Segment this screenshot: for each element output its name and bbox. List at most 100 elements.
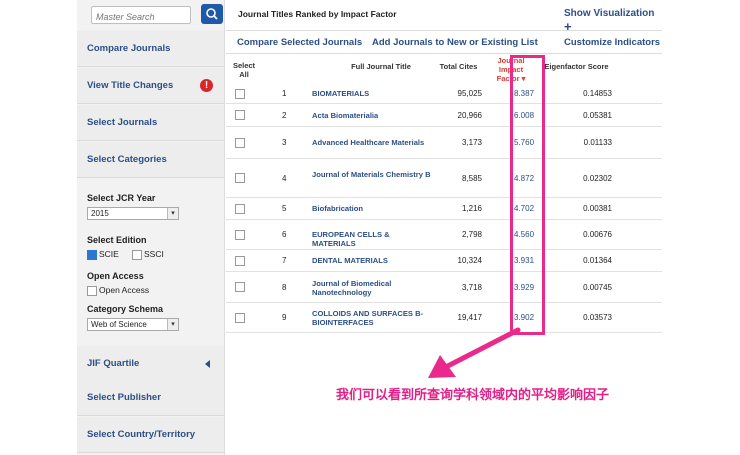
sidebar-item-label: Compare Journals [87,43,171,54]
row-checkbox[interactable] [235,110,245,120]
total-cites-cell: 1,216 [461,204,482,213]
sidebar-item-label: Select Journals [87,117,158,128]
sidebar-item-view-title-changes[interactable]: View Title Changes ! [77,68,224,104]
table-row: 1 BIOMATERIALS 95,025 8.387 0.14853 [226,84,662,104]
row-checkbox[interactable] [235,173,245,183]
eigenfactor-cell: 0.00381 [583,204,612,213]
sidebar-item-select-country[interactable]: Select Country/Territory [77,417,224,453]
table-row: 7 DENTAL MATERIALS 10,324 3.931 0.01364 [226,250,662,272]
collapse-arrow-icon [205,360,210,368]
sidebar-item-select-publisher[interactable]: Select Publisher [77,380,224,416]
eigenfactor-cell: 0.00745 [583,282,612,292]
eigenfactor-cell: 0.00676 [583,230,612,239]
alert-icon: ! [200,79,213,92]
total-cites-cell: 3,173 [461,138,482,147]
search-field[interactable] [91,6,191,24]
table-row: 2 Acta Biomaterialia 20,966 6.008 0.05381 [226,104,662,127]
column-header-eigenfactor[interactable]: Eigenfactor Score [534,62,619,71]
rank-cell: 7 [282,256,287,265]
category-schema-label: Category Schema [87,304,164,314]
table-row: 3 Advanced Healthcare Materials 3,173 5.760… [226,127,662,159]
journal-title-link[interactable]: BIOMATERIALS [312,89,432,98]
all-label: All [239,70,249,79]
sidebar-item-label: View Title Changes [87,80,174,91]
open-access-checkbox[interactable] [87,286,97,296]
journal-title-link[interactable]: Journal of Materials Chemistry B [312,170,432,179]
journal-title-link[interactable]: Advanced Healthcare Materials [312,138,432,147]
sidebar-item-select-categories[interactable]: Select Categories [77,142,224,178]
total-cites-cell: 8,585 [461,173,482,183]
eigenfactor-cell: 0.01364 [583,256,612,265]
open-access-option-label: Open Access [99,285,150,295]
sidebar-item-jif-quartile[interactable]: JIF Quartile [77,346,224,382]
sidebar-item-label: JIF Quartile [87,358,140,369]
row-checkbox[interactable] [235,255,245,266]
ssci-label: SSCI [144,249,164,259]
rank-cell: 2 [282,110,287,120]
row-checkbox[interactable] [235,282,245,292]
sidebar-item-label: Select Country/Territory [87,429,196,440]
search-input[interactable] [92,10,186,24]
sidebar-item-select-journals[interactable]: Select Journals [77,105,224,141]
jcr-year-value: 2015 [91,209,109,218]
page-title: Journal Titles Ranked by Impact Factor [238,9,397,19]
journal-title-link[interactable]: Journal of Biomedical Nanotechnology [312,279,432,297]
rank-cell: 9 [282,313,287,322]
column-header-title[interactable]: Full Journal Title [326,62,436,71]
column-header-total-cites[interactable]: Total Cites [431,62,486,71]
eigenfactor-cell: 0.01133 [583,138,612,147]
row-checkbox[interactable] [235,229,245,240]
category-schema-value: Web of Science [91,320,147,329]
total-cites-cell: 19,417 [457,313,482,322]
journal-title-link[interactable]: EUROPEAN CELLS & MATERIALS [312,230,432,248]
eigenfactor-cell: 0.05381 [583,110,612,120]
rank-cell: 1 [282,89,287,98]
journal-title-link[interactable]: Acta Biomaterialia [312,111,432,120]
total-cites-cell: 95,025 [457,89,482,98]
total-cites-cell: 20,966 [457,110,482,120]
compare-selected-button[interactable]: Compare Selected Journals [237,37,362,48]
total-cites-cell: 3,718 [461,282,482,292]
journal-title-link[interactable]: DENTAL MATERIALS [312,256,432,265]
table-row: 5 Biofabrication 1,216 4.702 0.00381 [226,198,662,220]
rank-cell: 4 [282,173,287,183]
select-all-header[interactable]: Select All [229,61,259,79]
eigenfactor-cell: 0.02302 [583,173,612,183]
open-access-label: Open Access [87,271,144,281]
chevron-down-icon: ▾ [167,208,178,219]
table-row: 6 EUROPEAN CELLS & MATERIALS 2,798 4.560 0.0… [226,220,662,250]
jcr-year-label: Select JCR Year [87,193,156,203]
sidebar-item-label: Select Categories [87,154,167,165]
eigenfactor-cell: 0.03573 [583,313,612,322]
chevron-down-icon: ▾ [167,319,178,330]
rank-cell: 5 [282,204,287,213]
scie-checkbox[interactable] [87,250,97,260]
customize-indicators-button[interactable]: Customize Indicators [564,37,660,48]
sidebar-item-label: Select Publisher [87,392,161,403]
rank-cell: 6 [282,230,287,239]
annotation-arrow-icon [428,327,521,378]
rank-cell: 8 [282,282,287,292]
table-row: 4 Journal of Materials Chemistry B 8,585 4.… [226,159,662,198]
row-checkbox[interactable] [235,203,245,214]
search-button[interactable] [201,4,223,24]
ssci-checkbox[interactable] [132,250,142,260]
journal-title-link[interactable]: COLLOIDS AND SURFACES B-BIOINTERFACES [312,309,432,327]
jif-highlight-box [510,55,545,335]
jcr-year-select[interactable]: 2015 ▾ [87,207,179,220]
annotation-text: 我们可以看到所查询学科领域内的平均影响因子 [336,388,610,403]
row-checkbox[interactable] [235,312,245,323]
total-cites-cell: 2,798 [461,230,482,239]
add-to-list-button[interactable]: Add Journals to New or Existing List [372,37,538,48]
row-checkbox[interactable] [235,88,245,99]
row-checkbox[interactable] [235,137,245,148]
journal-title-link[interactable]: Biofabrication [312,204,432,213]
results-toolbar: Compare Selected Journals Add Journals t… [226,30,662,54]
table-row: 8 Journal of Biomedical Nanotechnology 3,7… [226,272,662,303]
rank-cell: 3 [282,138,287,147]
total-cites-cell: 10,324 [457,256,482,265]
scie-label: SCIE [99,249,119,259]
edition-label: Select Edition [87,235,147,245]
category-schema-select[interactable]: Web of Science ▾ [87,318,179,331]
sidebar-item-compare-journals[interactable]: Compare Journals [77,31,224,67]
